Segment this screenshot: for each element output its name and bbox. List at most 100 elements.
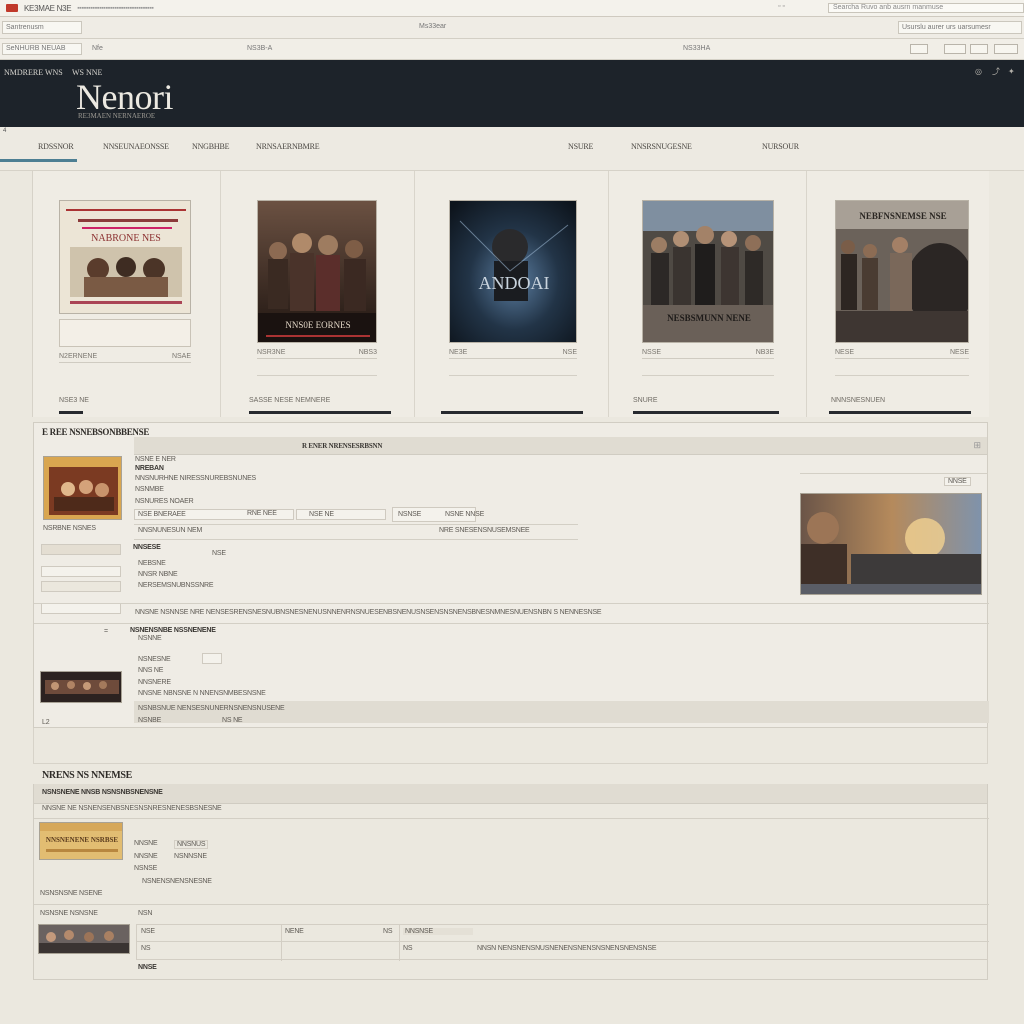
toolbar-button-4[interactable] — [994, 44, 1018, 54]
table-cell-r2a: NS — [141, 945, 151, 952]
item1-field-d-text: NSNSE — [398, 511, 422, 518]
table-thumb-art — [39, 925, 129, 953]
poster-card-2[interactable]: NNS0E EORNES NSR3NE NBS3 SASSE NESE NEMN… — [221, 171, 415, 417]
table-thumbnail[interactable] — [38, 924, 130, 954]
nav-item-7[interactable]: NURSOUR — [762, 142, 799, 151]
item1-inline-field[interactable] — [212, 567, 264, 578]
table-cell-r2c: NS — [403, 945, 413, 952]
poster-meta-3: NE3E NSE — [449, 349, 577, 359]
item1-side-field-2[interactable] — [41, 566, 121, 577]
nav-item-5[interactable]: NSURE — [568, 142, 593, 151]
item1-line1: NSNE E NER — [135, 456, 176, 463]
poster-bar-1 — [59, 411, 83, 414]
bookmark-link-b[interactable]: NS33HA — [683, 43, 710, 55]
item1-thumbnail[interactable] — [43, 456, 122, 520]
toolbar-field-left[interactable]: Santrenusm — [2, 21, 82, 34]
book-line3: NSNSE — [134, 865, 158, 872]
item1-field-d[interactable]: NSNSE NSNE NNSE — [392, 507, 484, 522]
table-cell-c1: NSE — [141, 928, 155, 935]
poster-card-3[interactable]: ANDOAI NE3E NSE — [415, 171, 609, 417]
section2-bar-text[interactable]: NSNSNENE NNSB NSNSNBSNENSNE — [42, 789, 163, 796]
poster-image-2[interactable]: NNS0E EORNES — [257, 200, 377, 343]
item2-marker: = — [104, 628, 108, 635]
poster-image-1[interactable]: NABRONE NES — [59, 200, 191, 314]
nav-item-3[interactable]: NNGBHBE — [192, 142, 229, 151]
toolbar-field-mid[interactable]: Ms33ear — [416, 21, 516, 34]
poster-image-5[interactable]: NEBFNSNEMSE NSE — [835, 200, 969, 343]
tab-dots: ▪▪▪▪▪▪▪▪▪▪▪▪▪▪▪▪▪▪▪▪▪▪▪▪▪▪▪▪▪▪▪▪▪▪▪ — [77, 4, 154, 12]
section1-spacer — [33, 728, 988, 764]
item1-line5: NSNURES NOAER — [135, 498, 194, 505]
item1-side-field-4[interactable] — [41, 603, 121, 614]
poster-meta-b-2: NBS3 — [358, 349, 377, 356]
main-nav: 4 RDSSNOR NNSEUNAEONSSE NNGBHBE NRNSAERN… — [0, 127, 1024, 171]
listing-panel-2: NRENS NS NNEMSE NSNSNENE NNSB NSNSNBSNEN… — [33, 770, 989, 980]
panel-expand-icon[interactable]: ⊞ — [973, 440, 981, 451]
book-cover[interactable]: NNSNENENE NSRBSE — [39, 822, 123, 860]
toolbar-button-3[interactable] — [970, 44, 988, 54]
item2-line5: NNSNERE — [138, 679, 171, 686]
table-cell-c4[interactable]: NNSNSE — [403, 928, 473, 935]
poster-card-5[interactable]: NEBFNSNEMSE NSE NESE NESE NNNSNESNUEN — [807, 171, 989, 417]
poster-image-4[interactable]: NESBSMUNN NENE — [642, 200, 774, 343]
toolbar-button-1[interactable] — [910, 44, 928, 54]
item2-line1[interactable]: NSNENSNBE NSSNENENE — [130, 627, 216, 634]
poster-card-1[interactable]: NABRONE NES N2ERNENE NSAE NSE3 NE — [33, 171, 221, 417]
settings-icon[interactable]: ✦ — [1008, 68, 1016, 76]
nav-item-1[interactable]: RDSSNOR — [38, 142, 74, 151]
item1-line9: NEBSNE — [138, 560, 166, 567]
bookmark-link-a[interactable]: NS3B-A — [247, 43, 272, 55]
nav-item-6[interactable]: NNSRSNUGESNE — [631, 142, 692, 151]
nav-active-indicator — [0, 159, 77, 162]
bookmark-field[interactable]: SeNHURB NEUAB — [2, 43, 82, 55]
item1-hero-image[interactable] — [800, 493, 982, 595]
item1-line7: NRE SNESENSNUSEMSNEE — [439, 527, 530, 534]
poster-caption-5[interactable]: NNNSNESNUEN — [831, 397, 885, 404]
item1-right-tag[interactable]: NNSE — [944, 477, 971, 486]
toolbar-button-2[interactable] — [944, 44, 966, 54]
item2-thumbnail[interactable] — [40, 671, 122, 703]
item1-field-c[interactable]: NSE NE — [296, 509, 386, 520]
item1-field-c-text: NSE NE — [309, 511, 334, 518]
section1-long-line[interactable]: NNSNE NSNNSE NRE NENSESRENSNESNUBNSNESNE… — [135, 609, 602, 616]
item1-line3: NNSNURHNE NIRESSNUREBSNUNES — [135, 475, 257, 482]
poster-caption-4[interactable]: SNURE — [633, 397, 658, 404]
poster-image-3[interactable]: ANDOAI — [449, 200, 577, 343]
nav-item-4[interactable]: NRNSAERNBMRE — [256, 142, 320, 151]
section-title-1: E REE NSNEBSONBBENSE — [42, 427, 150, 437]
site-header: NMDRERE WNS WS NNE Nenori RE3MAEN NERNAE… — [0, 60, 1024, 127]
item1-field-b[interactable]: RNE NEE — [244, 509, 294, 520]
table-col-divider-2 — [399, 925, 400, 961]
poster-divider-5 — [835, 375, 969, 376]
poster-divider-2 — [257, 375, 377, 376]
toolbar-field-right[interactable]: Usurslu aurer urs uarsumesr — [898, 21, 1022, 34]
item2-line4: NNS NE — [138, 667, 164, 674]
poster-meta-a-4: NSSE — [642, 349, 662, 356]
poster-caption-1[interactable]: NSE3 NE — [59, 397, 89, 404]
browser-tab-title[interactable]: KE3MAE N3E — [24, 4, 72, 13]
book-cover-title: NNSNENENE NSRBSE — [46, 836, 118, 844]
bookmark-code[interactable]: Nfe — [92, 43, 103, 55]
poster-bar-5 — [829, 411, 971, 414]
nav-item-2[interactable]: NNSEUNAEONSSE — [103, 142, 169, 151]
poster-title-2: NNS0E EORNES — [285, 320, 350, 330]
header-kicker: NMDRERE WNS — [4, 68, 63, 77]
book-tag-a[interactable]: NNSNUS — [174, 840, 209, 849]
poster-card-4[interactable]: NESBSMUNN NENE NSSE NB3E SNURE — [609, 171, 807, 417]
share-icon[interactable]: ⤴ — [992, 68, 1000, 76]
item1-line2[interactable]: NREBAN — [135, 465, 164, 472]
poster-meta-4: NSSE NB3E — [642, 349, 774, 359]
item2-side-mark: L2 — [42, 719, 50, 726]
browser-search-input[interactable]: Searcha Ruvo anb ausrn manmuse — [828, 3, 1024, 13]
table-footer[interactable]: NNSE — [138, 964, 157, 971]
user-icon[interactable]: ◎ — [975, 68, 983, 76]
window-control-icon[interactable]: ▫ ▫ — [778, 3, 785, 10]
item1-line8[interactable]: NNSESE — [133, 544, 161, 551]
item1-side-field-3[interactable] — [41, 581, 121, 592]
item1-side-field-1[interactable] — [41, 544, 121, 555]
table-cell-r2b: NNSN NENSNENSNUSNENENSNENSNSNENSNENSNSE — [477, 945, 657, 952]
poster-caption-2[interactable]: SASSE NESE NEMNERE — [249, 397, 330, 404]
browser-favicon-icon — [6, 4, 18, 12]
item2-small-field[interactable] — [202, 653, 222, 664]
poster-art-5: NEBFNSNEMSE NSE — [836, 201, 968, 342]
